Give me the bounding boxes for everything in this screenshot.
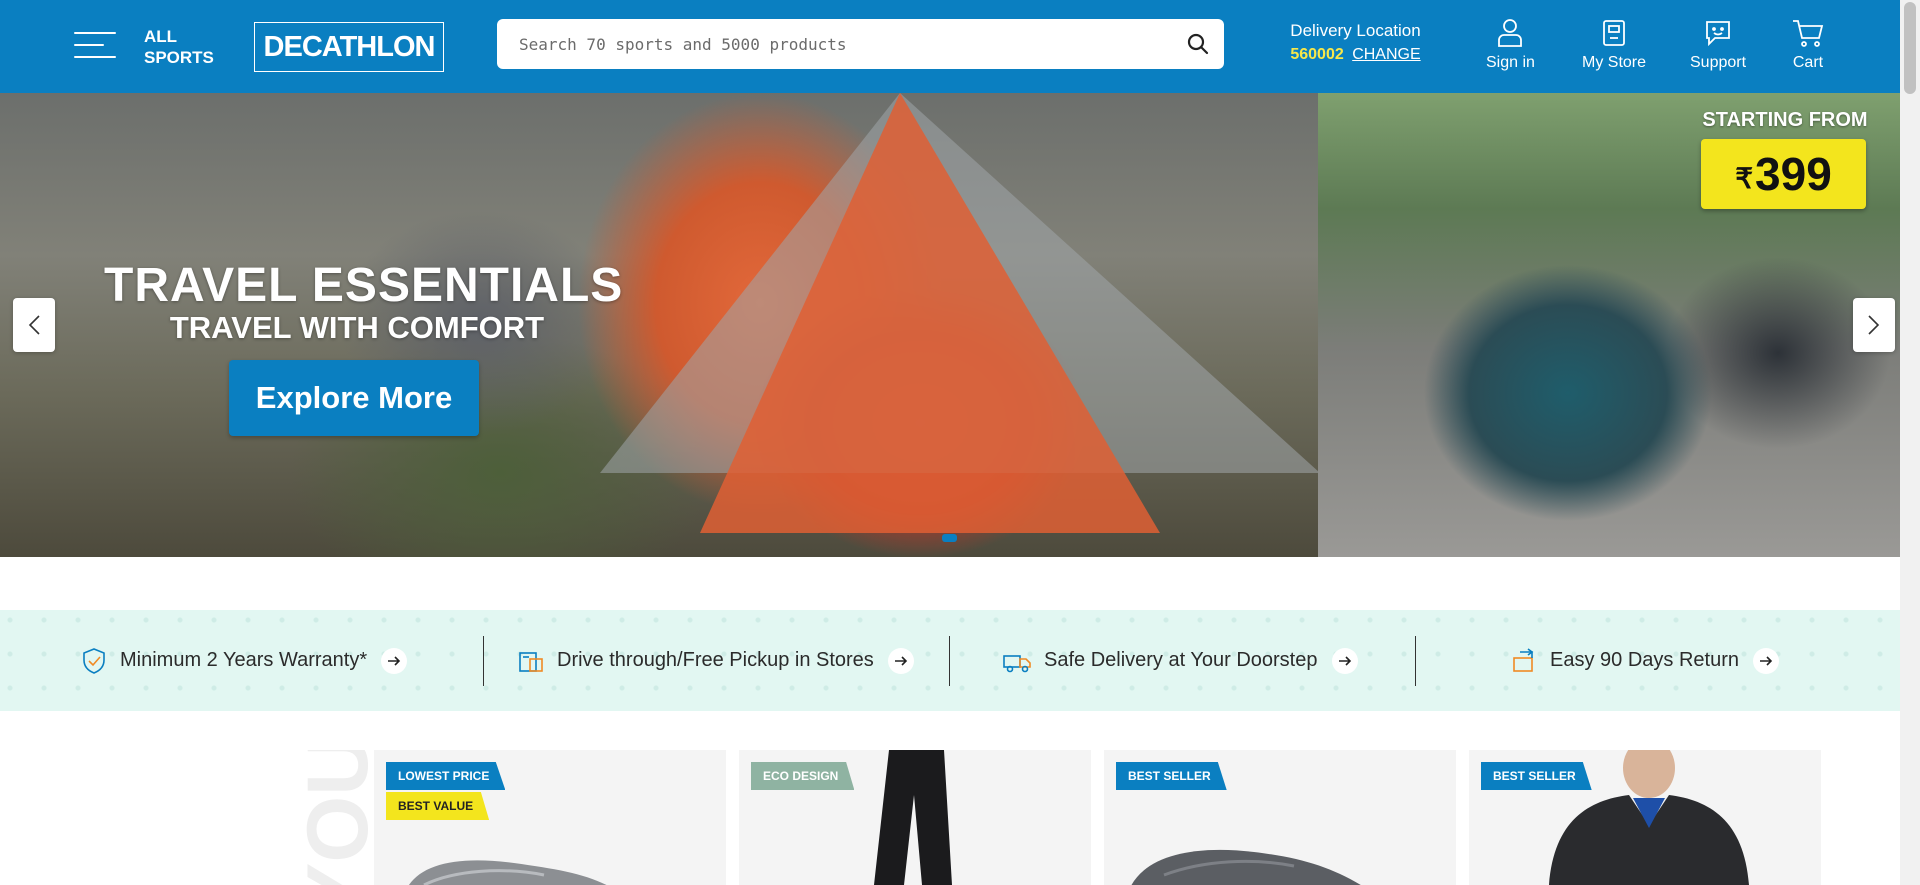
arrow-right-icon	[887, 647, 914, 674]
product-image	[874, 750, 952, 885]
benefits-strip: Minimum 2 Years Warranty* Drive through/…	[0, 610, 1900, 711]
cart-button[interactable]: Cart	[1792, 18, 1824, 72]
arrow-right-icon	[1752, 647, 1779, 674]
section-side-heading-text: YOU	[290, 750, 381, 885]
delivery-location-title: Delivery Location	[1290, 21, 1421, 40]
benefit-warranty-label: Minimum 2 Years Warranty*	[120, 649, 368, 671]
product-card[interactable]: ECO DESIGN	[739, 750, 1091, 885]
hero-carousel: TRAVEL ESSENTIALS TRAVEL WITH COMFORT Ex…	[0, 93, 1900, 557]
price-badge: ₹ 399	[1701, 139, 1866, 209]
benefit-store-pickup-label: Drive through/Free Pickup in Stores	[557, 649, 874, 671]
benefit-easy-return-label: Easy 90 Days Return	[1550, 649, 1739, 671]
explore-more-button[interactable]: Explore More	[229, 360, 479, 436]
product-image	[1131, 849, 1361, 885]
divider	[483, 636, 484, 686]
search-input[interactable]	[497, 19, 1157, 69]
delivery-location: Delivery Location 560002 CHANGE	[1278, 20, 1433, 64]
pincode: 560002	[1290, 46, 1344, 63]
user-icon	[1498, 19, 1523, 47]
product-card[interactable]: LOWEST PRICE BEST VALUE	[374, 750, 726, 885]
all-sports-link[interactable]: ALL SPORTS	[144, 26, 214, 68]
carousel-dot-active[interactable]	[942, 534, 957, 542]
hero-title: TRAVEL ESSENTIALS	[104, 259, 624, 312]
product-image	[409, 860, 607, 885]
benefit-safe-delivery[interactable]: Safe Delivery at Your Doorstep	[1002, 610, 1358, 711]
benefit-warranty[interactable]: Minimum 2 Years Warranty*	[80, 610, 408, 711]
top-header: ALL SPORTS DECATHLON Delivery Location 5…	[0, 0, 1900, 93]
support-button[interactable]: Support	[1690, 18, 1746, 72]
store-icon	[1603, 20, 1625, 46]
divider	[1415, 636, 1416, 686]
benefit-store-pickup[interactable]: Drive through/Free Pickup in Stores	[517, 610, 914, 711]
sign-in-label: Sign in	[1486, 54, 1535, 71]
starting-from-label: STARTING FROM	[1702, 109, 1868, 131]
search-bar	[497, 19, 1224, 69]
change-location-link[interactable]: CHANGE	[1352, 46, 1420, 63]
my-store-label: My Store	[1582, 54, 1647, 71]
currency-symbol: ₹	[1735, 162, 1754, 194]
price-value: 399	[1755, 148, 1832, 200]
hamburger-menu-icon[interactable]	[74, 30, 116, 60]
scrollbar-thumb[interactable]	[1904, 2, 1916, 94]
benefit-safe-delivery-label: Safe Delivery at Your Doorstep	[1044, 649, 1318, 671]
return-box-icon	[1513, 647, 1534, 672]
arrow-right-icon	[381, 647, 408, 674]
arrow-right-icon	[1331, 647, 1358, 674]
delivery-truck-icon	[1003, 654, 1031, 672]
chevron-left-icon	[28, 315, 40, 335]
sign-in-button[interactable]: Sign in	[1486, 18, 1535, 72]
warranty-shield-icon	[83, 647, 105, 674]
page: ALL SPORTS DECATHLON Delivery Location 5…	[0, 0, 1920, 885]
product-image	[1549, 750, 1749, 885]
product-tag: ECO DESIGN	[751, 762, 855, 790]
divider	[949, 636, 950, 686]
chat-support-icon	[1706, 21, 1730, 47]
section-side-heading: YOU	[281, 750, 381, 885]
product-tag: BEST SELLER	[1116, 762, 1227, 790]
cart-icon	[1793, 20, 1824, 47]
product-tag: LOWEST PRICE	[386, 762, 506, 790]
chevron-right-icon	[1868, 315, 1880, 335]
decathlon-logo[interactable]: DECATHLON	[254, 22, 444, 72]
my-store-button[interactable]: My Store	[1582, 18, 1646, 72]
search-icon[interactable]	[1186, 32, 1210, 56]
product-tag: BEST VALUE	[386, 792, 490, 820]
cart-label: Cart	[1792, 54, 1824, 71]
product-card[interactable]: BEST SELLER	[1104, 750, 1456, 885]
store-pickup-icon	[519, 651, 543, 672]
carousel-next-button[interactable]	[1853, 298, 1895, 352]
product-card[interactable]: BEST SELLER	[1469, 750, 1821, 885]
page-scrollbar[interactable]	[1900, 0, 1920, 885]
hero-subtitle: TRAVEL WITH COMFORT	[169, 310, 545, 345]
support-label: Support	[1690, 54, 1747, 71]
benefit-easy-return[interactable]: Easy 90 Days Return	[1510, 610, 1779, 711]
carousel-prev-button[interactable]	[13, 298, 55, 352]
